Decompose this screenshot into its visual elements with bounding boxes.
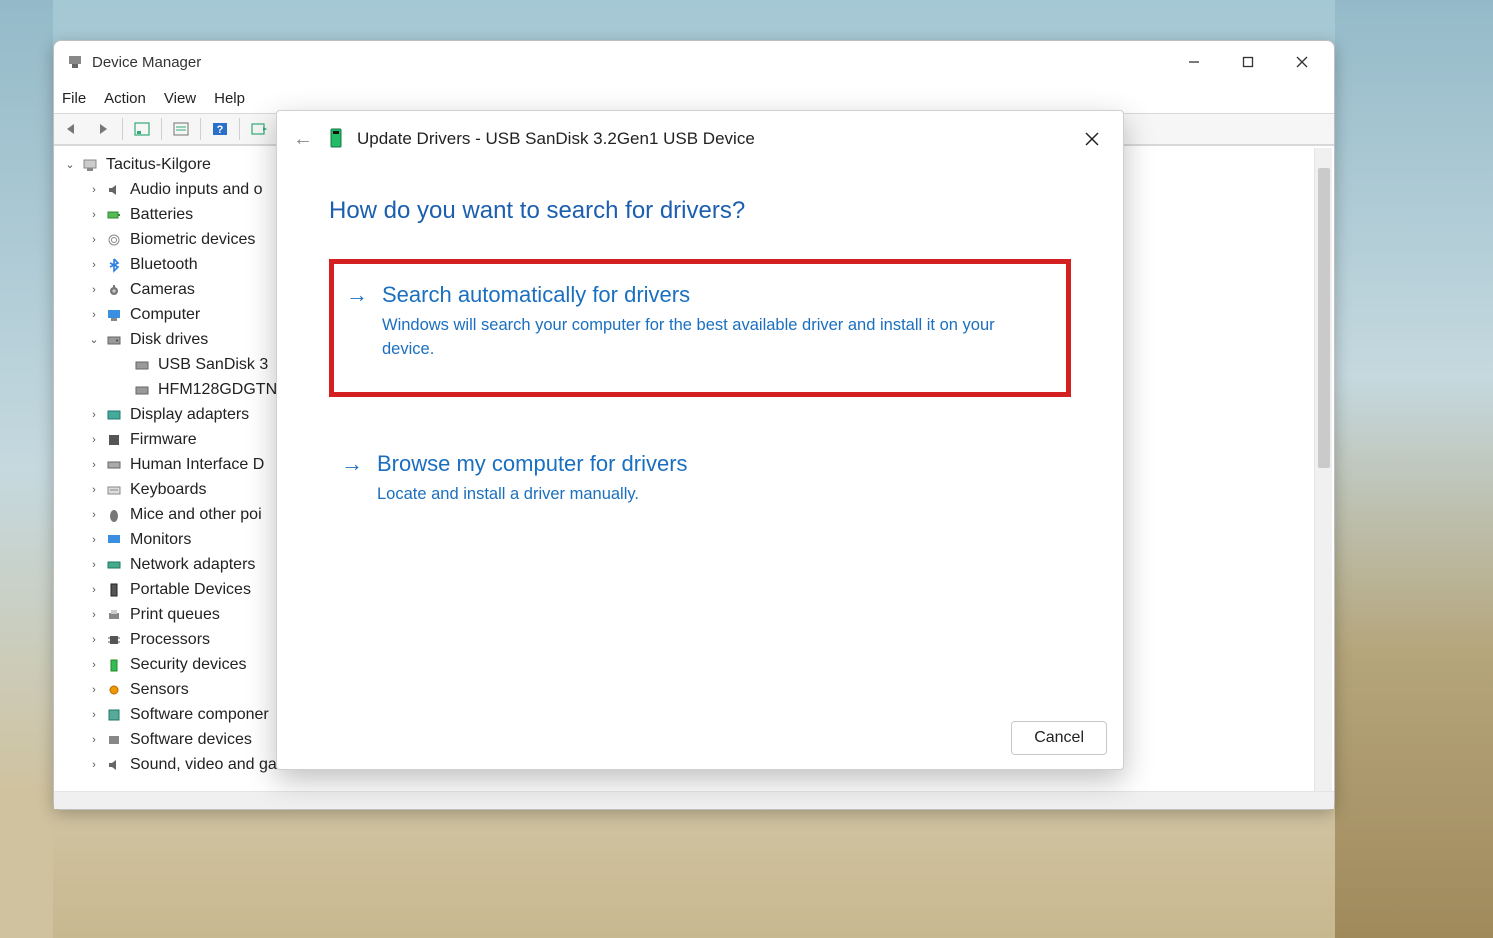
- battery-icon: [104, 206, 124, 224]
- camera-icon: [104, 281, 124, 299]
- cancel-button[interactable]: Cancel: [1011, 721, 1107, 755]
- chevron-down-icon[interactable]: ⌄: [62, 158, 78, 171]
- chevron-right-icon[interactable]: ›: [86, 234, 102, 246]
- dialog-close-button[interactable]: [1077, 124, 1107, 154]
- arrow-right-icon: →: [341, 451, 363, 477]
- menu-view[interactable]: View: [164, 90, 196, 107]
- chevron-right-icon[interactable]: ›: [86, 734, 102, 746]
- chevron-down-icon[interactable]: ⌄: [86, 333, 102, 346]
- titlebar[interactable]: Device Manager: [54, 41, 1334, 83]
- device-icon: [329, 128, 347, 150]
- security-icon: [104, 656, 124, 674]
- nav-back-icon[interactable]: [60, 117, 86, 141]
- vertical-scrollbar[interactable]: [1314, 148, 1332, 791]
- maximize-button[interactable]: [1234, 48, 1262, 76]
- chevron-right-icon[interactable]: ›: [86, 634, 102, 646]
- chevron-right-icon[interactable]: ›: [86, 709, 102, 721]
- dialog-heading: How do you want to search for drivers?: [277, 167, 1123, 229]
- disk-icon: [132, 356, 152, 374]
- chevron-right-icon[interactable]: ›: [86, 184, 102, 196]
- portable-icon: [104, 581, 124, 599]
- bluetooth-icon: [104, 256, 124, 274]
- menu-help[interactable]: Help: [214, 90, 245, 107]
- window-title: Device Manager: [92, 54, 201, 71]
- scan-hardware-icon[interactable]: [246, 117, 272, 141]
- hid-icon: [104, 456, 124, 474]
- nav-forward-icon[interactable]: [90, 117, 116, 141]
- chip-icon: [104, 431, 124, 449]
- printer-icon: [104, 606, 124, 624]
- disk-icon: [132, 381, 152, 399]
- menu-file[interactable]: File: [62, 90, 86, 107]
- chevron-right-icon[interactable]: ›: [86, 559, 102, 571]
- menubar: File Action View Help: [54, 83, 1334, 113]
- chevron-right-icon[interactable]: ›: [86, 509, 102, 521]
- chevron-right-icon[interactable]: ›: [86, 609, 102, 621]
- cpu-icon: [104, 631, 124, 649]
- chevron-right-icon[interactable]: ›: [86, 584, 102, 596]
- menu-action[interactable]: Action: [104, 90, 146, 107]
- keyboard-icon: [104, 481, 124, 499]
- option-search-automatically[interactable]: → Search automatically for drivers Windo…: [329, 259, 1071, 397]
- update-drivers-dialog: ← Update Drivers - USB SanDisk 3.2Gen1 U…: [276, 110, 1124, 770]
- chevron-right-icon[interactable]: ›: [86, 259, 102, 271]
- arrow-right-icon: →: [346, 282, 368, 308]
- option-browse-computer[interactable]: → Browse my computer for drivers Locate …: [329, 439, 1071, 527]
- chevron-right-icon[interactable]: ›: [86, 309, 102, 321]
- fingerprint-icon: [104, 231, 124, 249]
- chevron-right-icon[interactable]: ›: [86, 759, 102, 771]
- chevron-right-icon[interactable]: ›: [86, 684, 102, 696]
- chevron-right-icon[interactable]: ›: [86, 484, 102, 496]
- chevron-right-icon[interactable]: ›: [86, 434, 102, 446]
- option-title: Browse my computer for drivers: [377, 451, 688, 477]
- monitor-icon: [104, 306, 124, 324]
- chevron-right-icon[interactable]: ›: [86, 534, 102, 546]
- close-button[interactable]: [1288, 48, 1316, 76]
- svg-text:?: ?: [217, 124, 224, 136]
- disk-icon: [104, 331, 124, 349]
- option-description: Windows will search your computer for th…: [334, 308, 1048, 362]
- app-icon: [66, 53, 84, 71]
- chevron-right-icon[interactable]: ›: [86, 659, 102, 671]
- chevron-right-icon[interactable]: ›: [86, 209, 102, 221]
- horizontal-scrollbar[interactable]: [54, 791, 1334, 809]
- minimize-button[interactable]: [1180, 48, 1208, 76]
- chevron-right-icon[interactable]: ›: [86, 284, 102, 296]
- dialog-title: Update Drivers - USB SanDisk 3.2Gen1 USB…: [357, 129, 755, 149]
- help-icon[interactable]: ?: [207, 117, 233, 141]
- computer-icon: [80, 156, 100, 174]
- option-description: Locate and install a driver manually.: [329, 477, 1053, 507]
- chevron-right-icon[interactable]: ›: [86, 459, 102, 471]
- dialog-back-button: ←: [293, 128, 313, 151]
- component-icon: [104, 706, 124, 724]
- option-title: Search automatically for drivers: [382, 282, 690, 308]
- sensor-icon: [104, 681, 124, 699]
- gpu-icon: [104, 406, 124, 424]
- mouse-icon: [104, 506, 124, 524]
- properties-icon[interactable]: [168, 117, 194, 141]
- network-icon: [104, 556, 124, 574]
- software-device-icon: [104, 731, 124, 749]
- monitor-icon: [104, 531, 124, 549]
- chevron-right-icon[interactable]: ›: [86, 409, 102, 421]
- speaker-icon: [104, 181, 124, 199]
- show-hide-tree-icon[interactable]: [129, 117, 155, 141]
- speaker-icon: [104, 756, 124, 774]
